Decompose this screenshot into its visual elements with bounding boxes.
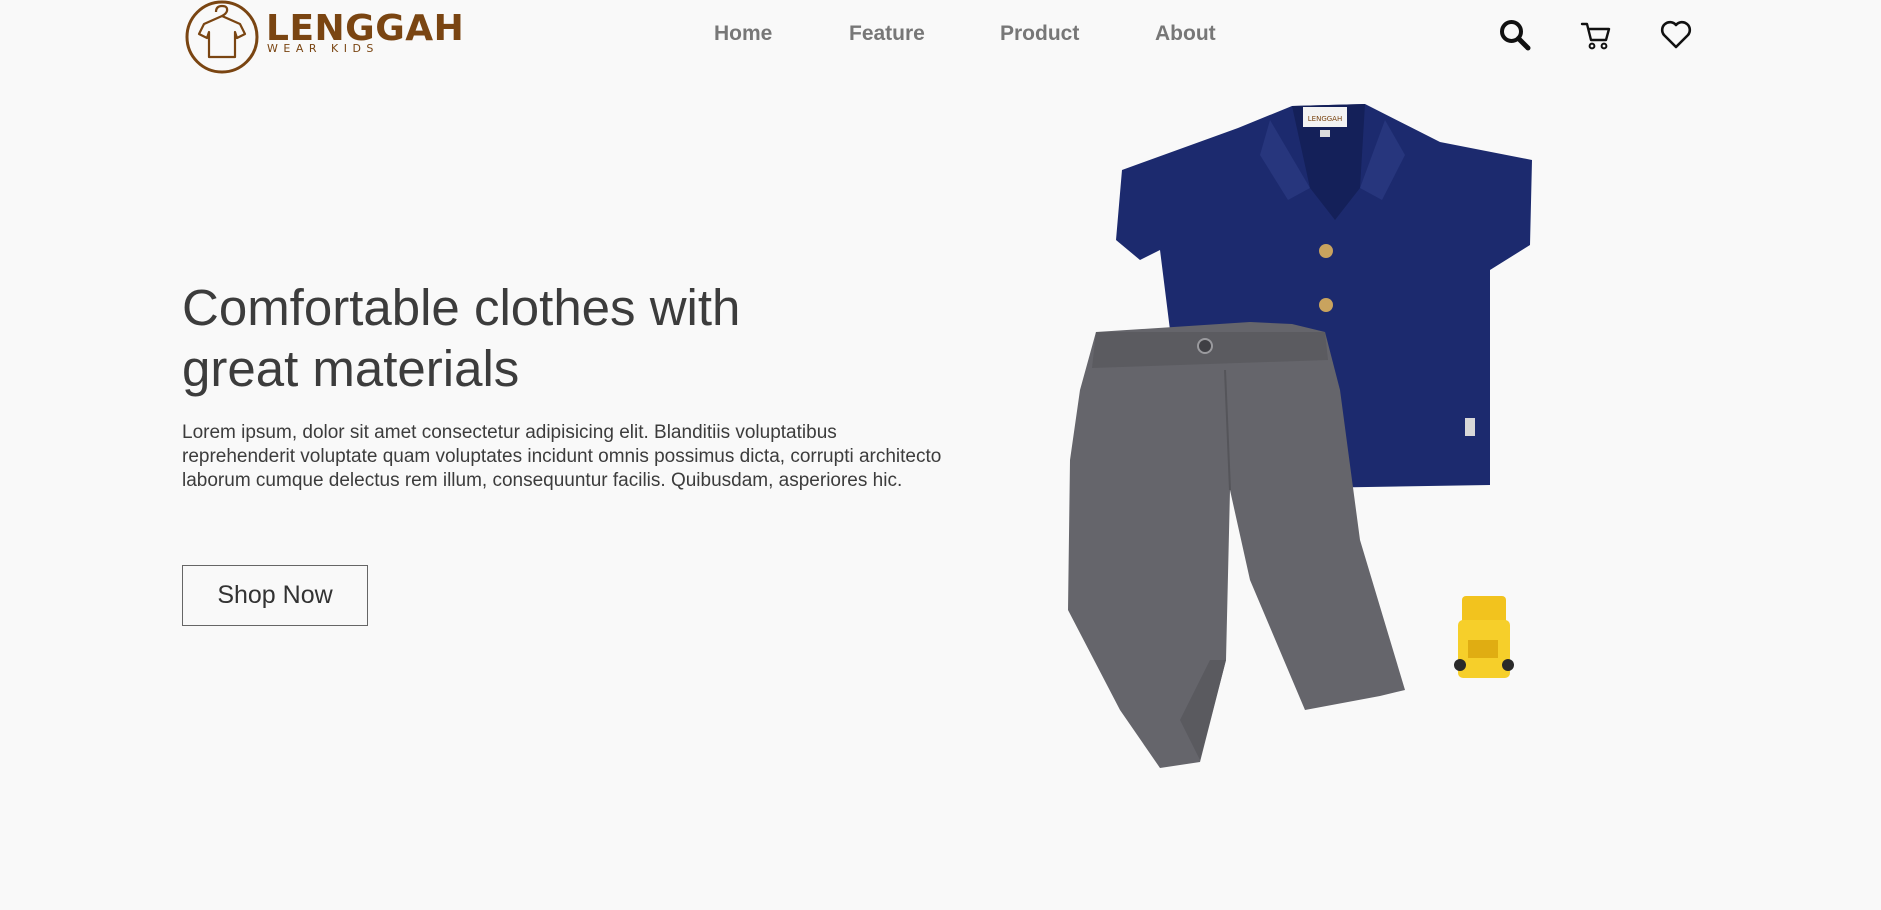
hero-title: Comfortable clothes with great materials xyxy=(182,277,902,399)
nav-about[interactable]: About xyxy=(1155,22,1216,46)
brand-tagline: WEAR KIDS xyxy=(267,42,379,55)
hero-title-line-2: great materials xyxy=(182,340,520,397)
hero-product-image: LENGGAH xyxy=(1068,104,1532,768)
shirt-label: LENGGAH xyxy=(1308,115,1342,123)
hero-title-line-1: Comfortable clothes with xyxy=(182,279,741,336)
wishlist-button[interactable] xyxy=(1659,18,1693,52)
shop-now-button[interactable]: Shop Now xyxy=(182,565,368,626)
search-icon xyxy=(1500,20,1531,51)
tshirt-hanger-icon xyxy=(185,0,259,74)
brand-logo[interactable]: LENGGAH WEAR KIDS xyxy=(183,0,464,74)
nav-product[interactable]: Product xyxy=(1000,22,1079,46)
cart-button[interactable] xyxy=(1579,18,1613,52)
heart-icon xyxy=(1660,20,1692,49)
hero-description: Lorem ipsum, dolor sit amet consectetur … xyxy=(182,422,942,491)
search-button[interactable] xyxy=(1498,18,1532,52)
cart-icon xyxy=(1580,22,1611,50)
nav-home[interactable]: Home xyxy=(714,22,772,46)
toy-truck xyxy=(1454,596,1514,678)
nav-feature[interactable]: Feature xyxy=(849,22,925,46)
